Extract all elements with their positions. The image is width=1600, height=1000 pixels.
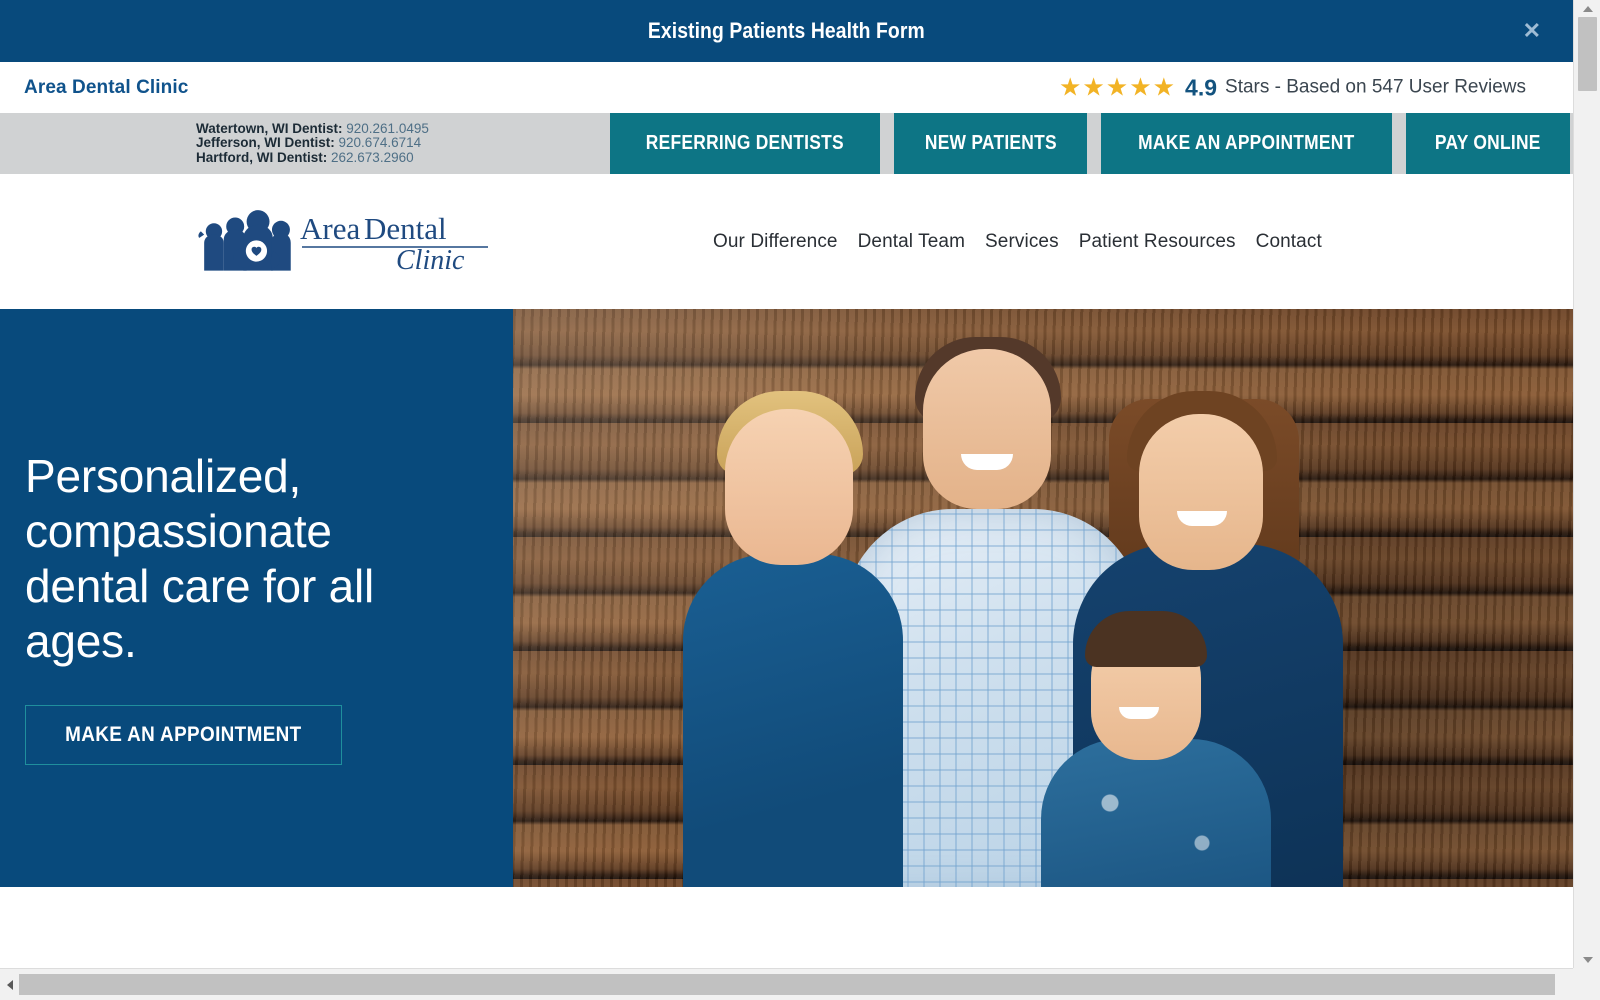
family-group-icon (198, 209, 291, 271)
star-icon: ★ (1105, 73, 1129, 101)
below-hero-spacer (0, 887, 1573, 967)
scroll-down-icon[interactable] (1574, 951, 1600, 968)
star-icon: ★ (1058, 73, 1082, 101)
nav-item-dental-team[interactable]: Dental Team (858, 231, 965, 253)
vertical-scrollbar[interactable] (1573, 0, 1600, 968)
pay-online-label: PAY ONLINE (1434, 132, 1541, 154)
review-strip: Area Dental Clinic ★ ★ ★ ★ ★ 4.9 Stars -… (0, 62, 1573, 113)
announcement-text[interactable]: Existing Patients Health Form (648, 18, 925, 44)
logo-dental-text: Dental (364, 211, 447, 246)
hero-headline: Personalized, compassionate dental care … (25, 450, 375, 667)
location-phone-list: Watertown, WI Dentist: 920.261.0495 Jeff… (196, 120, 429, 166)
close-icon[interactable]: ✕ (1523, 20, 1541, 42)
location-phone[interactable]: 262.673.2960 (331, 150, 414, 165)
rating-caption: Stars - Based on 547 User Reviews (1225, 76, 1526, 98)
new-patients-label: NEW PATIENTS (924, 132, 1057, 154)
hero-text-panel: Personalized, compassionate dental care … (0, 309, 513, 887)
pay-online-button[interactable]: PAY ONLINE (1406, 113, 1570, 174)
page-content: Existing Patients Health Form ✕ Area Den… (0, 0, 1573, 968)
location-label: Watertown, WI Dentist: (196, 120, 343, 136)
main-navigation: Area Dental Clinic Our Difference Dental… (0, 174, 1573, 309)
logo-wordmark: Area Dental Clinic (300, 211, 488, 275)
hero-make-an-appointment-button[interactable]: MAKE AN APPOINTMENT (25, 705, 342, 765)
hero-cta-label: MAKE AN APPOINTMENT (65, 723, 302, 746)
location-phone[interactable]: 920.261.0495 (346, 121, 429, 136)
site-logo[interactable]: Area Dental Clinic (196, 209, 490, 275)
referring-dentists-label: REFERRING DENTISTS (645, 132, 844, 154)
browser-viewport: Existing Patients Health Form ✕ Area Den… (0, 0, 1600, 1000)
nav-item-services[interactable]: Services (985, 231, 1059, 253)
new-patients-button[interactable]: NEW PATIENTS (893, 113, 1088, 174)
scroll-up-icon[interactable] (1574, 0, 1600, 17)
star-icon: ★ (1152, 73, 1176, 101)
action-button-group: REFERRING DENTISTS NEW PATIENTS MAKE AN … (610, 113, 1570, 174)
hero-family-photo (513, 309, 1573, 887)
logo-clinic-text: Clinic (396, 245, 465, 275)
horizontal-scrollbar[interactable] (0, 968, 1600, 1000)
nav-item-contact[interactable]: Contact (1256, 231, 1322, 253)
make-an-appointment-label: MAKE AN APPOINTMENT (1138, 132, 1355, 154)
make-an-appointment-button[interactable]: MAKE AN APPOINTMENT (1101, 113, 1393, 174)
location-row: Jefferson, WI Dentist: 920.674.6714 (196, 135, 429, 151)
location-phone[interactable]: 920.674.6714 (339, 135, 422, 150)
location-row: Watertown, WI Dentist: 920.261.0495 (196, 120, 429, 137)
star-rating: ★ ★ ★ ★ ★ (1059, 75, 1175, 100)
brand-name: Area Dental Clinic (24, 76, 189, 98)
rating-value: 4.9 (1185, 74, 1218, 100)
vertical-scrollbar-thumb[interactable] (1578, 17, 1597, 91)
nav-item-our-difference[interactable]: Our Difference (713, 231, 838, 253)
hero-section: Personalized, compassionate dental care … (0, 309, 1573, 887)
announcement-banner: Existing Patients Health Form ✕ (0, 0, 1573, 62)
nav-item-patient-resources[interactable]: Patient Resources (1079, 231, 1236, 253)
referring-dentists-button[interactable]: REFERRING DENTISTS (610, 113, 880, 174)
scrollbar-corner (1573, 968, 1600, 1000)
nav-link-list: Our Difference Dental Team Services Pati… (713, 231, 1322, 253)
family-subjects (513, 309, 1573, 887)
star-icon: ★ (1129, 73, 1152, 101)
star-icon: ★ (1082, 73, 1105, 101)
scroll-left-icon[interactable] (0, 969, 19, 1000)
logo-area-text: Area (300, 211, 360, 246)
horizontal-scrollbar-thumb[interactable] (19, 974, 1555, 995)
quick-action-bar: Watertown, WI Dentist: 920.261.0495 Jeff… (0, 113, 1573, 174)
review-summary[interactable]: ★ ★ ★ ★ ★ 4.9 Stars - Based on 547 User … (1059, 74, 1526, 101)
location-label: Jefferson, WI Dentist: (196, 135, 335, 151)
location-label: Hartford, WI Dentist: (196, 149, 328, 165)
location-row: Hartford, WI Dentist: 262.673.2960 (196, 149, 429, 166)
